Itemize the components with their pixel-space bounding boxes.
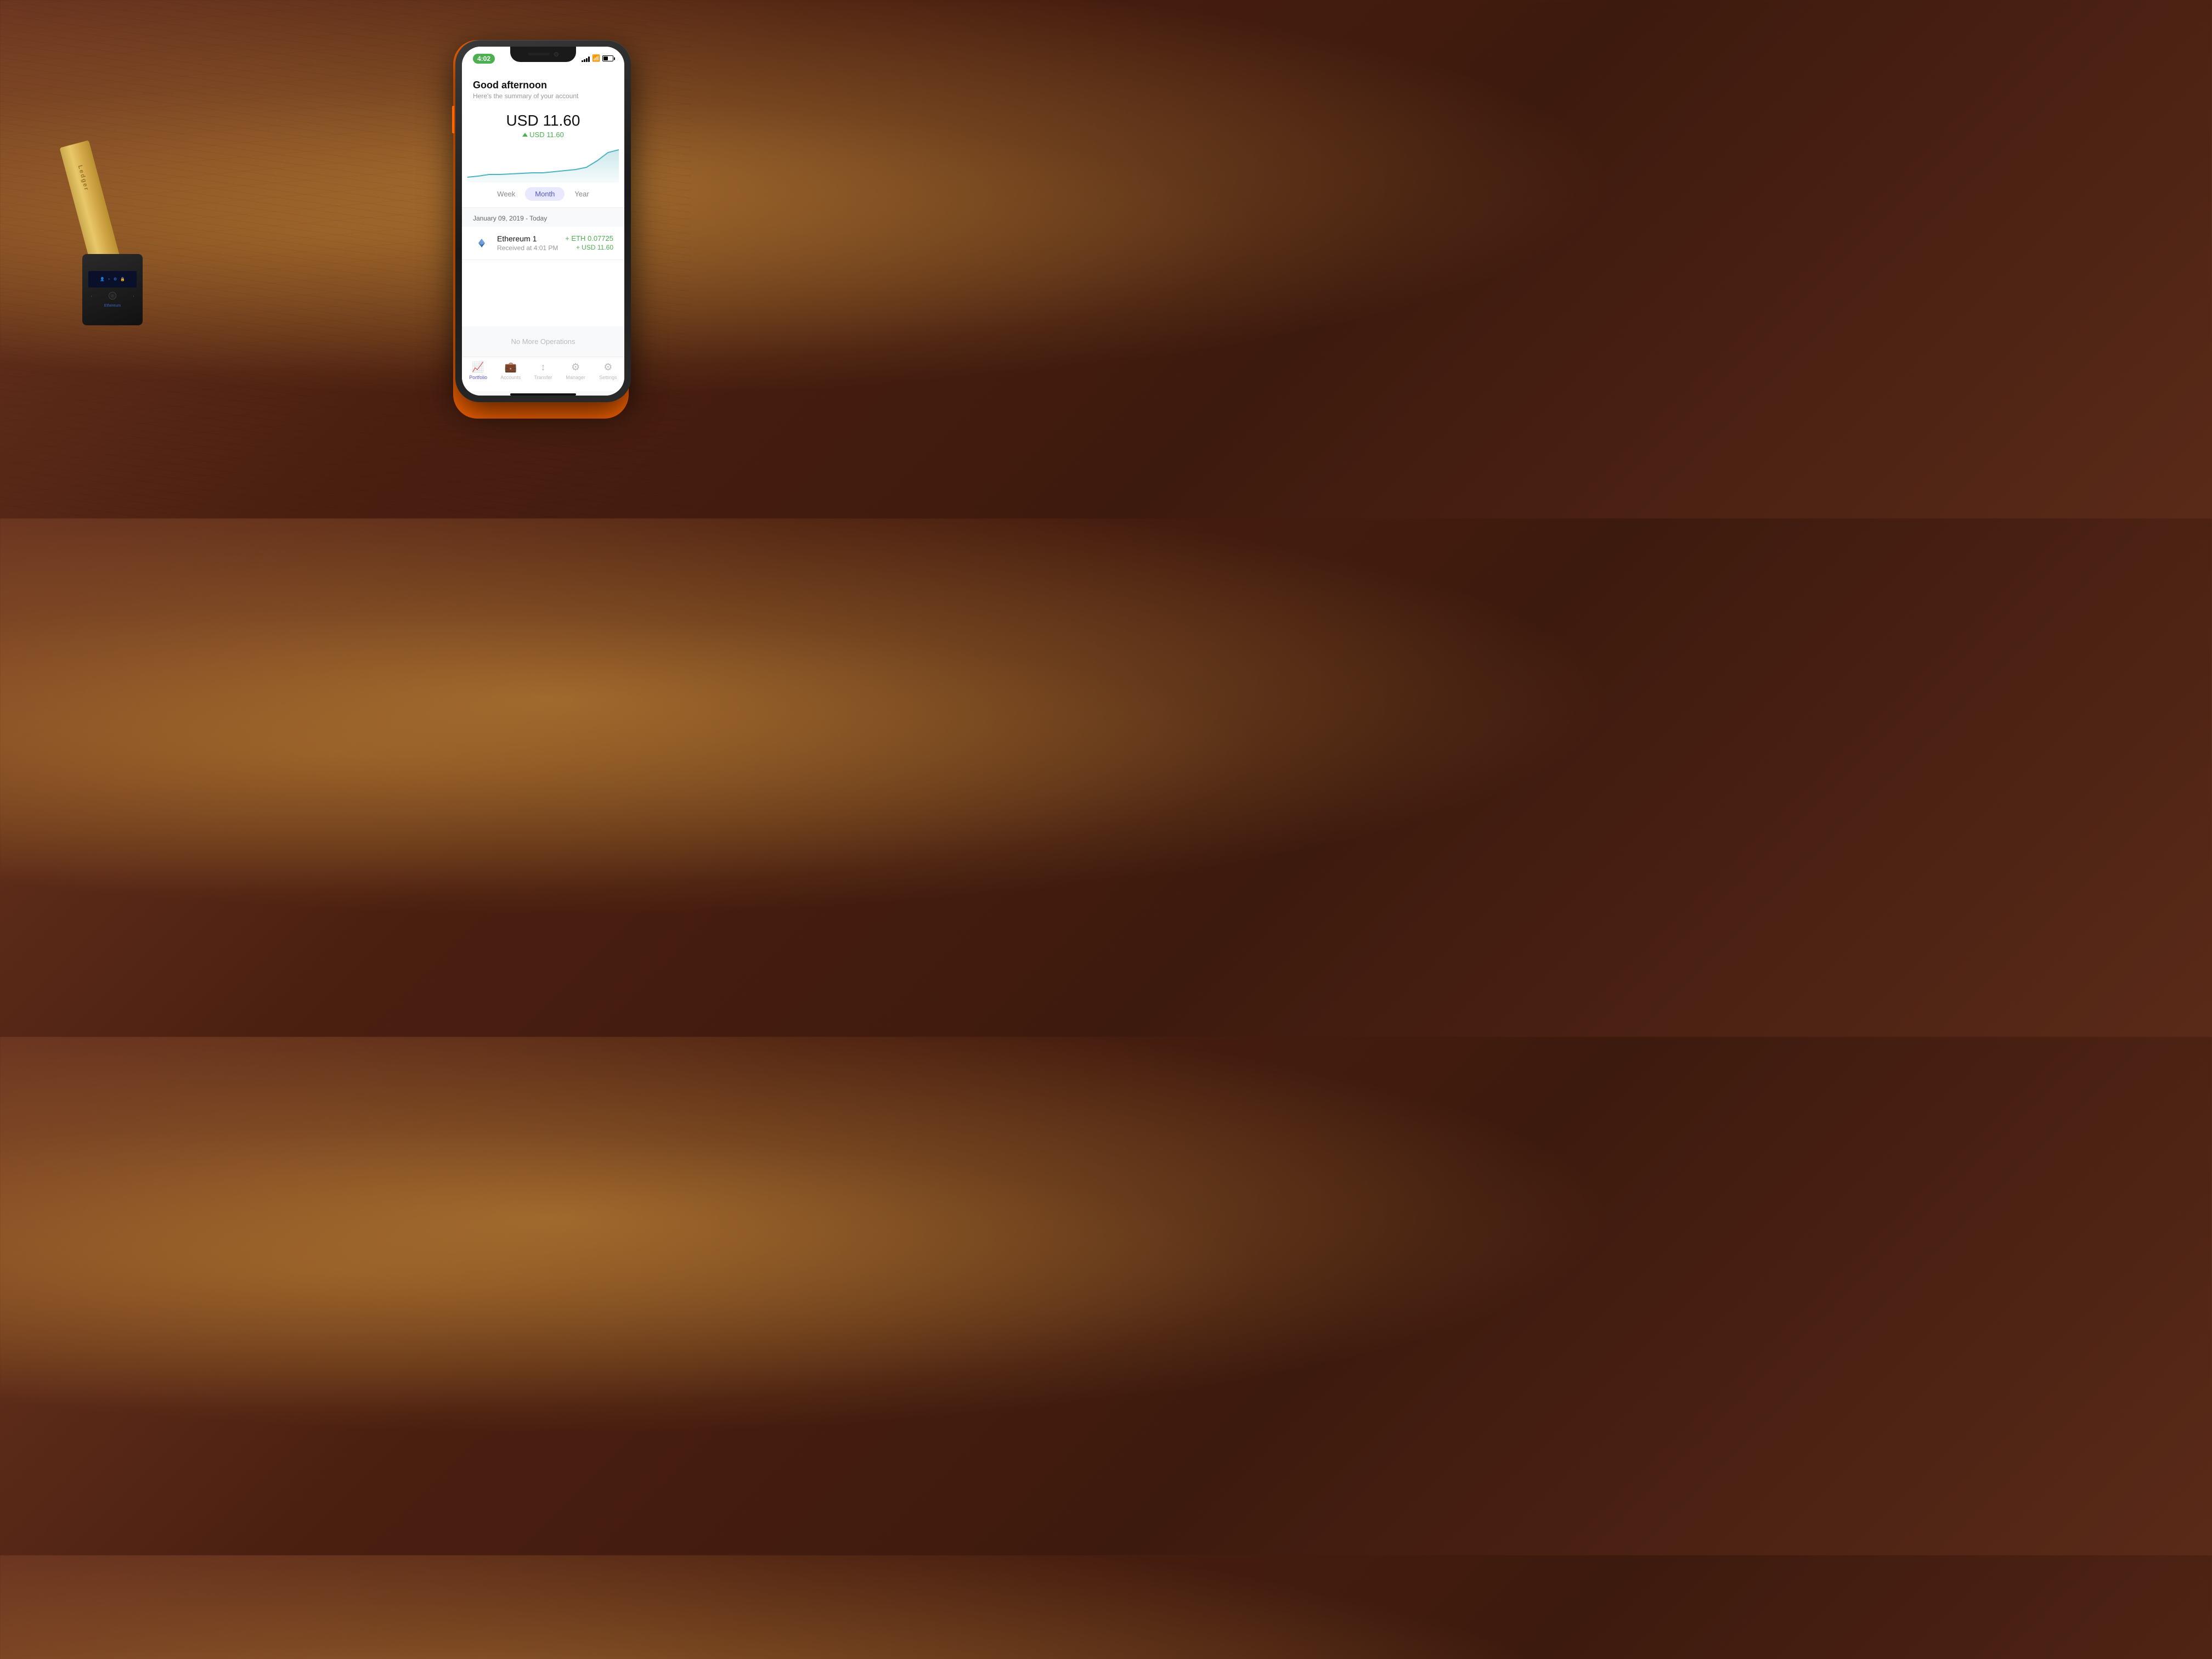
app-header: Good afternoon Here's the summary of you…	[462, 71, 624, 106]
portfolio-label: Portfolio	[469, 375, 487, 380]
nav-item-accounts[interactable]: 💼 Accounts	[497, 362, 524, 380]
balance-section: USD 11.60 USD 11.60	[462, 106, 624, 139]
accounts-icon: 💼	[505, 362, 517, 373]
ledger-nav-buttons: ‹ ›	[91, 292, 134, 300]
bottom-nav: 📈 Portfolio 💼 Accounts ↕ Transfer ⚙	[462, 357, 624, 391]
notch-speaker	[528, 53, 550, 55]
op-amounts: + ETH 0.07725 + USD 11.60	[565, 234, 613, 251]
ethereum-logo	[476, 238, 487, 249]
signal-bar-3	[586, 58, 588, 62]
signal-bar-1	[582, 60, 583, 62]
manager-label: Manager	[566, 375, 585, 380]
transfer-label: Transfer	[534, 375, 552, 380]
transfer-icon: ↕	[540, 362, 545, 373]
date-range: January 09, 2019 - Today	[462, 208, 624, 227]
home-indicator	[510, 393, 576, 396]
chart-container	[462, 139, 624, 183]
ledger-body: 👤 + ⚙ 🔒 ‹ › Ethereum	[82, 254, 143, 325]
accounts-label: Accounts	[500, 375, 521, 380]
ledger-eth-label: Ethereum	[104, 304, 121, 308]
op-details: Ethereum 1 Received at 4:01 PM	[497, 234, 558, 252]
manager-icon: ⚙	[571, 362, 580, 373]
ledger-screen-icons: 👤 + ⚙ 🔒	[100, 277, 125, 281]
signal-bar-4	[588, 57, 590, 62]
trend-up-icon	[522, 133, 528, 137]
ledger-device: Ledger 👤 + ⚙ 🔒 ‹ › Ethereum	[71, 139, 159, 325]
ledger-lock-icon: 🔒	[120, 277, 125, 281]
phone-outer: 4:02 📶	[455, 40, 631, 402]
notch	[510, 47, 576, 62]
period-selector: Week Month Year	[462, 183, 624, 208]
ledger-right-btn[interactable]: ›	[133, 294, 134, 298]
status-bar: 4:02 📶	[462, 47, 624, 71]
wifi-icon: 📶	[592, 54, 600, 63]
period-week-btn[interactable]: Week	[487, 187, 525, 201]
balance-amount: USD 11.60	[473, 112, 613, 129]
ledger-account-icon: 👤	[100, 277, 105, 281]
ledger-left-btn[interactable]: ‹	[91, 294, 92, 298]
nav-item-portfolio[interactable]: 📈 Portfolio	[465, 362, 492, 380]
nav-item-transfer[interactable]: ↕ Transfer	[529, 362, 557, 380]
nav-item-settings[interactable]: ⚙ Settings	[594, 362, 622, 380]
op-name: Ethereum 1	[497, 234, 558, 243]
signal-bar-2	[584, 59, 585, 62]
greeting-text: Good afternoon	[473, 80, 613, 91]
ledger-brand-logo: Ledger	[77, 164, 90, 191]
no-more-operations: No More Operations	[462, 326, 624, 357]
op-crypto-amount: + ETH 0.07725	[565, 234, 613, 242]
phone-screen: 4:02 📶	[462, 47, 624, 396]
settings-label: Settings	[599, 375, 617, 380]
nav-item-manager[interactable]: ⚙ Manager	[562, 362, 589, 380]
eth-icon	[473, 234, 490, 252]
period-month-btn[interactable]: Month	[525, 187, 565, 201]
notch-camera	[554, 52, 558, 57]
greeting-subtitle: Here's the summary of your account	[473, 92, 613, 100]
status-icons: 📶	[582, 54, 613, 63]
portfolio-chart	[467, 144, 619, 183]
app-content: Good afternoon Here's the summary of you…	[462, 71, 624, 396]
signal-bars	[582, 55, 590, 62]
battery-fill	[603, 57, 608, 60]
portfolio-icon: 📈	[472, 362, 484, 373]
ledger-gear-icon: ⚙	[114, 277, 117, 281]
status-time: 4:02	[473, 54, 495, 64]
battery-icon	[602, 55, 613, 61]
operations-list: Ethereum 1 Received at 4:01 PM + ETH 0.0…	[462, 227, 624, 326]
settings-icon: ⚙	[603, 362, 612, 373]
balance-change: USD 11.60	[473, 131, 613, 139]
op-fiat-amount: + USD 11.60	[565, 244, 613, 251]
scene: Ledger 👤 + ⚙ 🔒 ‹ › Ethereum	[16, 18, 675, 501]
operation-item[interactable]: Ethereum 1 Received at 4:01 PM + ETH 0.0…	[462, 227, 624, 260]
ledger-center-btn[interactable]	[109, 292, 116, 300]
ledger-plus-icon: +	[108, 277, 110, 281]
ledger-screen: 👤 + ⚙ 🔒	[88, 271, 137, 287]
balance-change-value: USD 11.60	[529, 131, 564, 139]
period-year-btn[interactable]: Year	[565, 187, 599, 201]
phone-container: 4:02 📶	[455, 40, 631, 402]
op-time: Received at 4:01 PM	[497, 244, 558, 252]
